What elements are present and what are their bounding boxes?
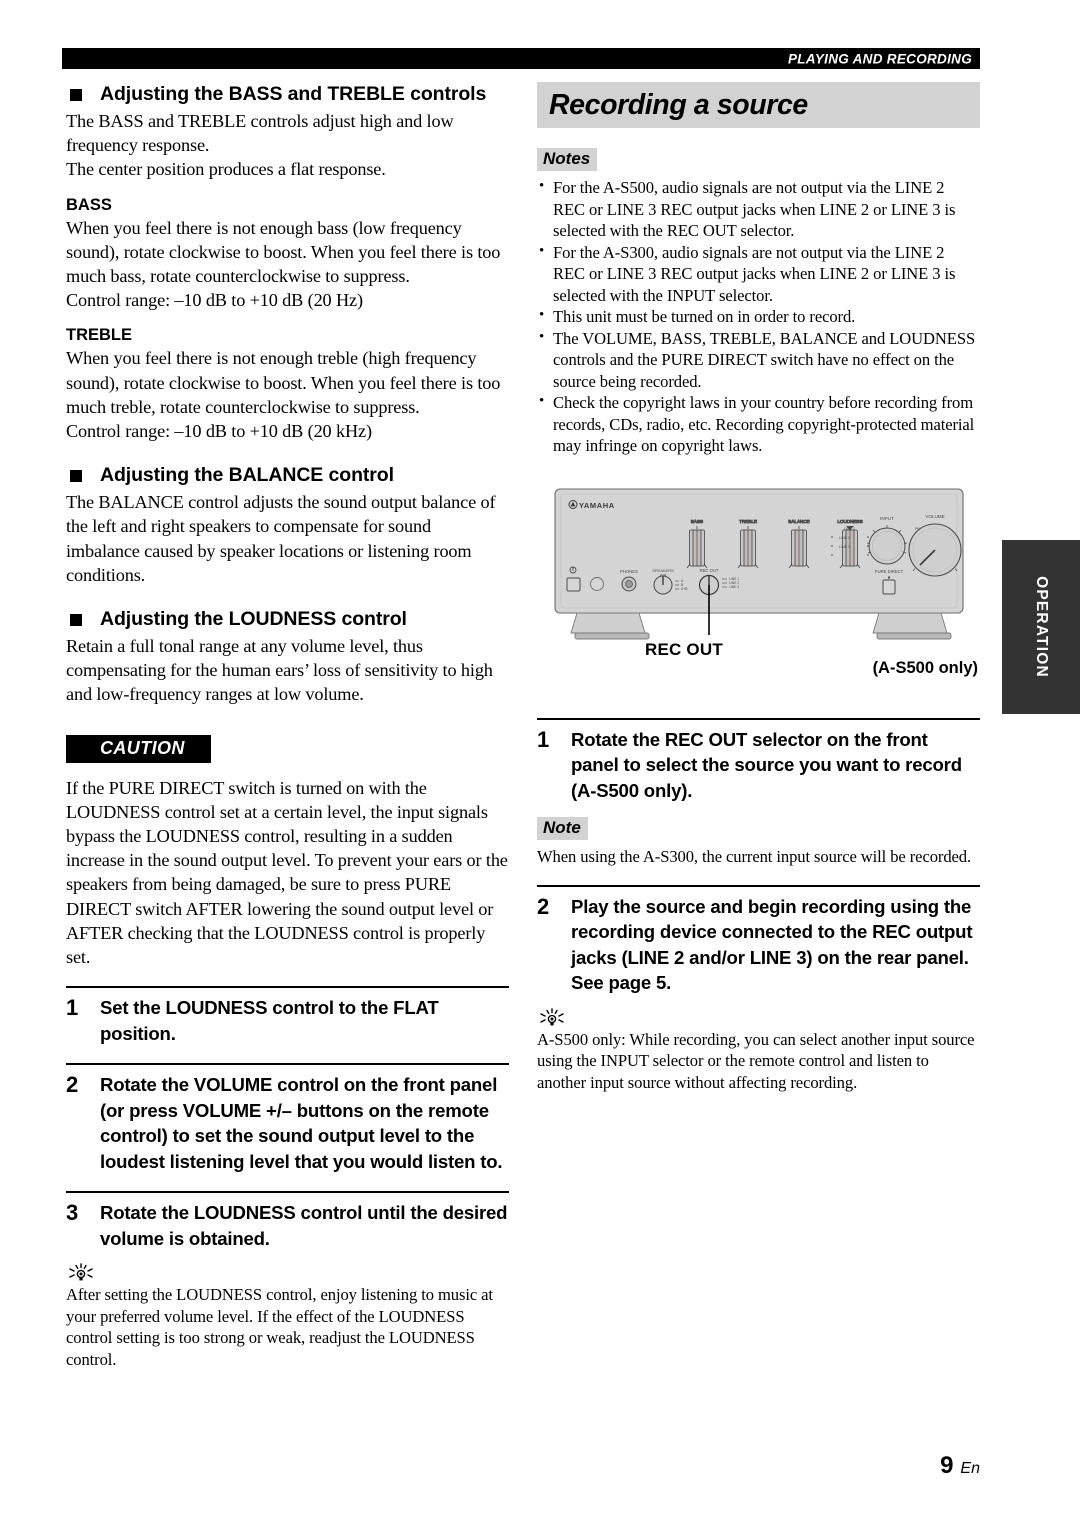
svg-text:REC OUT: REC OUT <box>700 568 719 573</box>
step-item: 2 Rotate the VOLUME control on the front… <box>66 1063 509 1174</box>
balance-body: The BALANCE control adjusts the sound ou… <box>66 492 496 585</box>
side-tab-label: OPERATION <box>1033 576 1050 678</box>
notes-badge: Notes <box>537 148 598 171</box>
heading-bass-treble-text: Adjusting the BASS and TREBLE controls <box>100 83 487 105</box>
heading-bass-treble: Adjusting the BASS and TREBLE controls <box>66 82 509 107</box>
step-number: 1 <box>66 995 79 1021</box>
loudness-body: Retain a full tonal range at any volume … <box>66 636 493 705</box>
figure-model-note: (A-S500 only) <box>872 658 978 677</box>
heading-balance: Adjusting the BALANCE control <box>66 463 509 488</box>
treble-body: When you feel there is not enough treble… <box>66 348 501 417</box>
step-item: 1 Rotate the REC OUT selector on the fro… <box>537 717 980 804</box>
page-header-title: PLAYING AND RECORDING <box>787 51 972 66</box>
bass-treble-intro-line1: The BASS and TREBLE controls adjust high… <box>66 111 454 156</box>
bass-treble-intro-line2: The center position produces a flat resp… <box>66 159 386 180</box>
treble-control-range: Control range: –10 dB to +10 dB (20 kHz) <box>66 421 372 442</box>
step-number: 2 <box>66 1072 79 1098</box>
square-bullet-icon <box>70 89 82 101</box>
note-item: For the A-S300, audio signals are not ou… <box>537 241 980 307</box>
step-number: 1 <box>537 726 550 752</box>
square-bullet-icon <box>70 470 82 483</box>
svg-text:BASS: BASS <box>691 519 703 524</box>
step-number: 3 <box>66 1200 79 1226</box>
svg-text:VOLUME: VOLUME <box>925 514 944 519</box>
step-item: 2 Play the source and begin recording us… <box>537 884 980 996</box>
subheading-treble: TREBLE <box>66 326 132 345</box>
figure-callout-rec-out: REC OUT <box>645 639 723 659</box>
svg-text:INPUT: INPUT <box>880 516 894 521</box>
svg-text:A+B: A+B <box>681 587 688 591</box>
svg-text:TREBLE: TREBLE <box>739 519 757 524</box>
notes-list: For the A-S500, audio signals are not ou… <box>537 176 980 457</box>
svg-text:LINE 2: LINE 2 <box>839 536 850 540</box>
step-text: Set the LOUDNESS control to the FLAT pos… <box>100 997 439 1044</box>
svg-text:LINE 3: LINE 3 <box>839 545 850 549</box>
bass-body: When you feel there is not enough bass (… <box>66 217 501 287</box>
step-text: Rotate the REC OUT selector on the front… <box>571 728 962 801</box>
svg-text:PURE DIRECT: PURE DIRECT <box>875 569 904 574</box>
note-badge: Note <box>537 817 588 840</box>
svg-text:YAMAHA: YAMAHA <box>579 501 615 510</box>
page-footer: 9 En <box>940 1452 980 1480</box>
tip-sunburst-icon <box>69 1263 93 1281</box>
step-item: 1 Set the LOUDNESS control to the FLAT p… <box>66 986 509 1046</box>
recording-tip-body: A-S500 only: While recording, you can se… <box>537 1029 975 1092</box>
step-text: Rotate the VOLUME control on the front p… <box>100 1074 503 1172</box>
subheading-bass: BASS <box>66 195 112 214</box>
page-number: 9 <box>940 1452 954 1479</box>
step-text: Play the source and begin recording usin… <box>571 895 973 994</box>
svg-text:LOUDNESS: LOUDNESS <box>837 519 862 524</box>
caution-badge: CAUTION <box>66 734 211 763</box>
square-bullet-icon <box>70 614 82 627</box>
tip-sunburst-icon <box>540 1007 564 1025</box>
svg-text:LINE 3: LINE 3 <box>729 585 739 589</box>
caution-body: If the PURE DIRECT switch is turned on w… <box>66 777 508 968</box>
page-language-code: En <box>960 1460 980 1477</box>
heading-balance-text: Adjusting the BALANCE control <box>100 464 394 487</box>
manual-page: PLAYING AND RECORDING Adjusting the BASS… <box>0 0 1080 1526</box>
note-item: The VOLUME, BASS, TREBLE, BALANCE and LO… <box>537 327 980 393</box>
amplifier-front-panel-figure: YAMAHA BASS TREBLE BALANCE LOUDNESS INPU… <box>537 483 980 701</box>
step-number: 2 <box>537 893 550 919</box>
page-header-bar: PLAYING AND RECORDING <box>62 48 980 69</box>
note-item: For the A-S500, audio signals are not ou… <box>537 176 980 242</box>
step-text: Rotate the LOUDNESS control until the de… <box>100 1202 508 1249</box>
step-item: 3 Rotate the LOUDNESS control until the … <box>66 1191 509 1251</box>
note-item: Check the copyright laws in your country… <box>537 391 980 457</box>
section-title: Recording a source <box>549 88 808 121</box>
heading-loudness: Adjusting the LOUDNESS control <box>66 607 509 632</box>
svg-text:PHONES: PHONES <box>620 569 638 574</box>
side-tab-operation: OPERATION <box>1002 540 1080 714</box>
loudness-tip-body: After setting the LOUDNESS control, enjo… <box>66 1285 493 1369</box>
note-body: When using the A-S300, the current input… <box>537 847 972 866</box>
section-title-band: Recording a source <box>537 82 980 128</box>
svg-text:BALANCE: BALANCE <box>788 519 809 524</box>
heading-loudness-text: Adjusting the LOUDNESS control <box>100 608 407 631</box>
svg-text:LINE 1: LINE 1 <box>844 527 855 531</box>
note-item: This unit must be turned on in order to … <box>537 305 980 328</box>
bass-control-range: Control range: –10 dB to +10 dB (20 Hz) <box>66 290 363 311</box>
right-column: Recording a source Notes For the A-S500,… <box>537 82 980 1093</box>
left-column: Adjusting the BASS and TREBLE controls T… <box>66 82 509 1370</box>
